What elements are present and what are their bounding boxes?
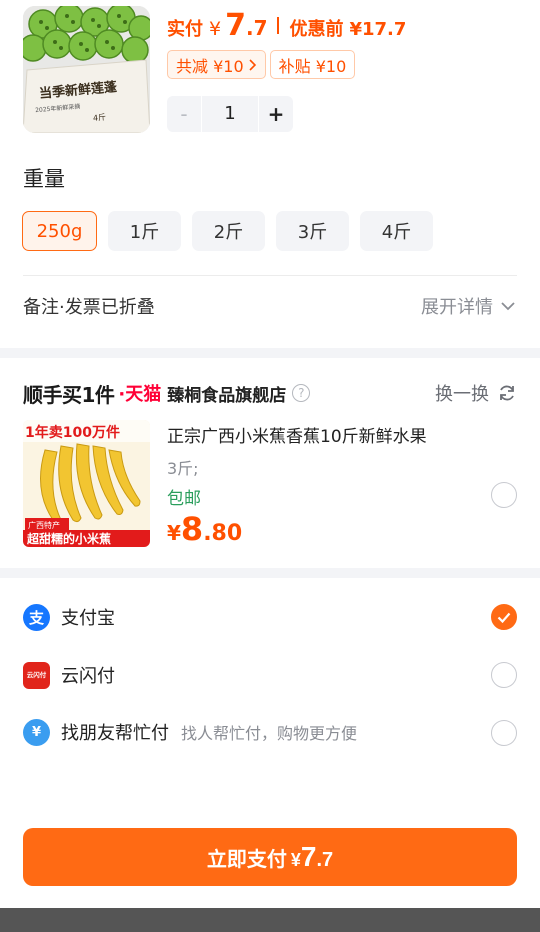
increase-quantity-button[interactable]: +: [259, 102, 293, 126]
currency-symbol: ¥: [209, 18, 222, 40]
alipay-radio[interactable]: [491, 604, 517, 630]
section-gap: [0, 348, 540, 358]
bundle-product-spec: 3斤;: [167, 459, 199, 478]
refresh-icon: [500, 385, 514, 401]
checkmark-icon: [497, 612, 511, 623]
divider: [23, 275, 517, 276]
actual-pay-label: 实付: [167, 19, 203, 40]
bundle-image-tag: 广西特产: [28, 520, 60, 530]
bundle-title: 顺手买1件: [23, 382, 115, 407]
weight-options: 250g 1斤 2斤 3斤 4斤: [22, 211, 433, 251]
bundle-price: ¥ 8 .80: [167, 510, 242, 548]
alipay-icon: 支: [23, 603, 50, 631]
chevron-right-icon: [249, 58, 256, 71]
unionpay-quickpass-icon: 云闪付: [23, 661, 50, 689]
weight-option-3jin[interactable]: 3斤: [276, 211, 349, 251]
product-image-weight: 4斤: [93, 112, 107, 123]
lotus-seedpods-product-image: 当季新鲜莲蓬 2025年新鲜采摘 4斤: [23, 6, 150, 133]
expand-details-button[interactable]: 展开详情: [421, 293, 515, 319]
chevron-down-icon: [501, 301, 515, 310]
unionpay-radio[interactable]: [491, 662, 517, 688]
payment-description: 找人帮忙付，购物更方便: [181, 724, 358, 743]
discount-chip-label: 共减 ¥10: [176, 56, 244, 76]
notes-invoice-label: 备注·发票已折叠: [23, 297, 155, 318]
payment-option-alipay[interactable]: 支 支付宝: [23, 602, 517, 632]
bundle-select-radio[interactable]: [491, 482, 517, 508]
friend-pay-icon: ¥: [23, 718, 50, 746]
section-gap: [0, 568, 540, 578]
payment-name: 支付宝: [61, 608, 115, 629]
bundle-product-image[interactable]: 1年卖100万件 广西特产 超甜糯的小米蕉: [23, 420, 150, 547]
bundle-price-integer: 8: [180, 510, 204, 548]
help-icon[interactable]: ?: [292, 384, 311, 402]
discount-chips: 共减 ¥10 补贴 ¥10: [167, 50, 356, 79]
mini-banana-product-image: 1年卖100万件 广西特产 超甜糯的小米蕉: [23, 420, 150, 547]
actual-price-decimal: .7: [245, 16, 268, 40]
unionpay-icon-glyph: 云闪付: [26, 670, 47, 679]
bundle-image-slogan: 超甜糯的小米蕉: [26, 531, 111, 546]
payment-option-unionpay[interactable]: 云闪付 云闪付: [23, 660, 517, 690]
weight-option-2jin[interactable]: 2斤: [192, 211, 265, 251]
bundle-image-caption: 1年卖100万件: [25, 424, 120, 441]
bundle-product-name[interactable]: 正宗广西小米蕉香蕉10斤新鲜水果: [167, 422, 427, 447]
actual-price-integer: 7: [225, 8, 246, 43]
decrease-quantity-button[interactable]: -: [167, 102, 201, 126]
quantity-value[interactable]: 1: [201, 96, 259, 132]
bottom-bar: [0, 908, 540, 932]
bundle-currency: ¥: [167, 521, 181, 545]
friend-pay-icon-glyph: ¥: [31, 724, 42, 740]
subsidy-chip: 补贴 ¥10: [269, 50, 356, 79]
pay-now-currency: ¥: [290, 850, 301, 870]
store-name[interactable]: 臻桐食品旗舰店: [167, 381, 286, 406]
weight-section-title: 重量: [23, 167, 65, 191]
swap-label: 换一换: [435, 384, 489, 405]
bundle-price-decimal: .80: [203, 521, 243, 546]
weight-option-250g[interactable]: 250g: [22, 211, 97, 251]
swap-button[interactable]: 换一换: [435, 380, 517, 406]
price-separator: [277, 17, 280, 34]
payment-name: 云闪付: [61, 666, 115, 687]
product-image[interactable]: 当季新鲜莲蓬 2025年新鲜采摘 4斤: [23, 6, 150, 133]
quantity-stepper: - 1 +: [167, 96, 293, 132]
pay-now-price-integer: 7: [300, 841, 317, 872]
free-shipping-label: 包邮: [167, 489, 201, 509]
friend-pay-radio[interactable]: [491, 720, 517, 746]
original-label: 优惠前: [289, 19, 344, 40]
weight-option-1jin[interactable]: 1斤: [108, 211, 181, 251]
payment-name: 找朋友帮忙付: [61, 723, 169, 744]
pay-now-price-decimal: .7: [316, 849, 334, 871]
pay-now-button[interactable]: 立即支付 ¥ 7 .7: [23, 828, 517, 886]
alipay-icon-glyph: 支: [28, 608, 44, 627]
price-row: 实付 ¥ 7 .7 优惠前 ¥17.7: [167, 8, 406, 43]
expand-details-label: 展开详情: [421, 297, 493, 318]
original-price: ¥17.7: [349, 19, 407, 40]
discount-chip[interactable]: 共减 ¥10: [167, 50, 266, 79]
weight-option-4jin[interactable]: 4斤: [360, 211, 433, 251]
subsidy-chip-label: 补贴 ¥10: [278, 56, 347, 76]
tmall-label: ·天猫: [118, 384, 162, 405]
payment-option-friend-pay[interactable]: ¥ 找朋友帮忙付 找人帮忙付，购物更方便: [23, 717, 517, 747]
pay-now-label: 立即支付: [206, 849, 287, 871]
